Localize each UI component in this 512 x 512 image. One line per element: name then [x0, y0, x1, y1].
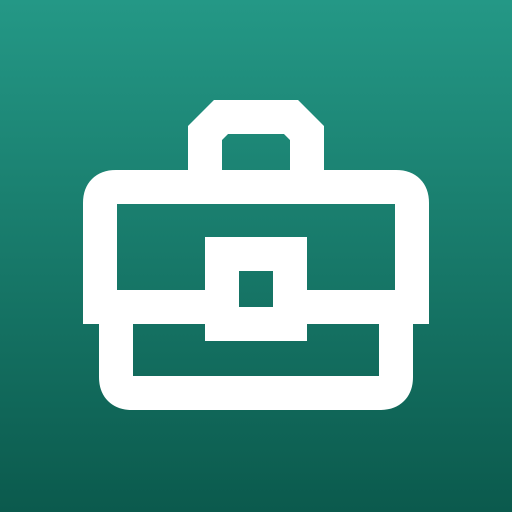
briefcase-icon	[83, 100, 429, 410]
app-icon-tile[interactable]	[0, 0, 512, 512]
briefcase-clasp	[205, 237, 307, 341]
